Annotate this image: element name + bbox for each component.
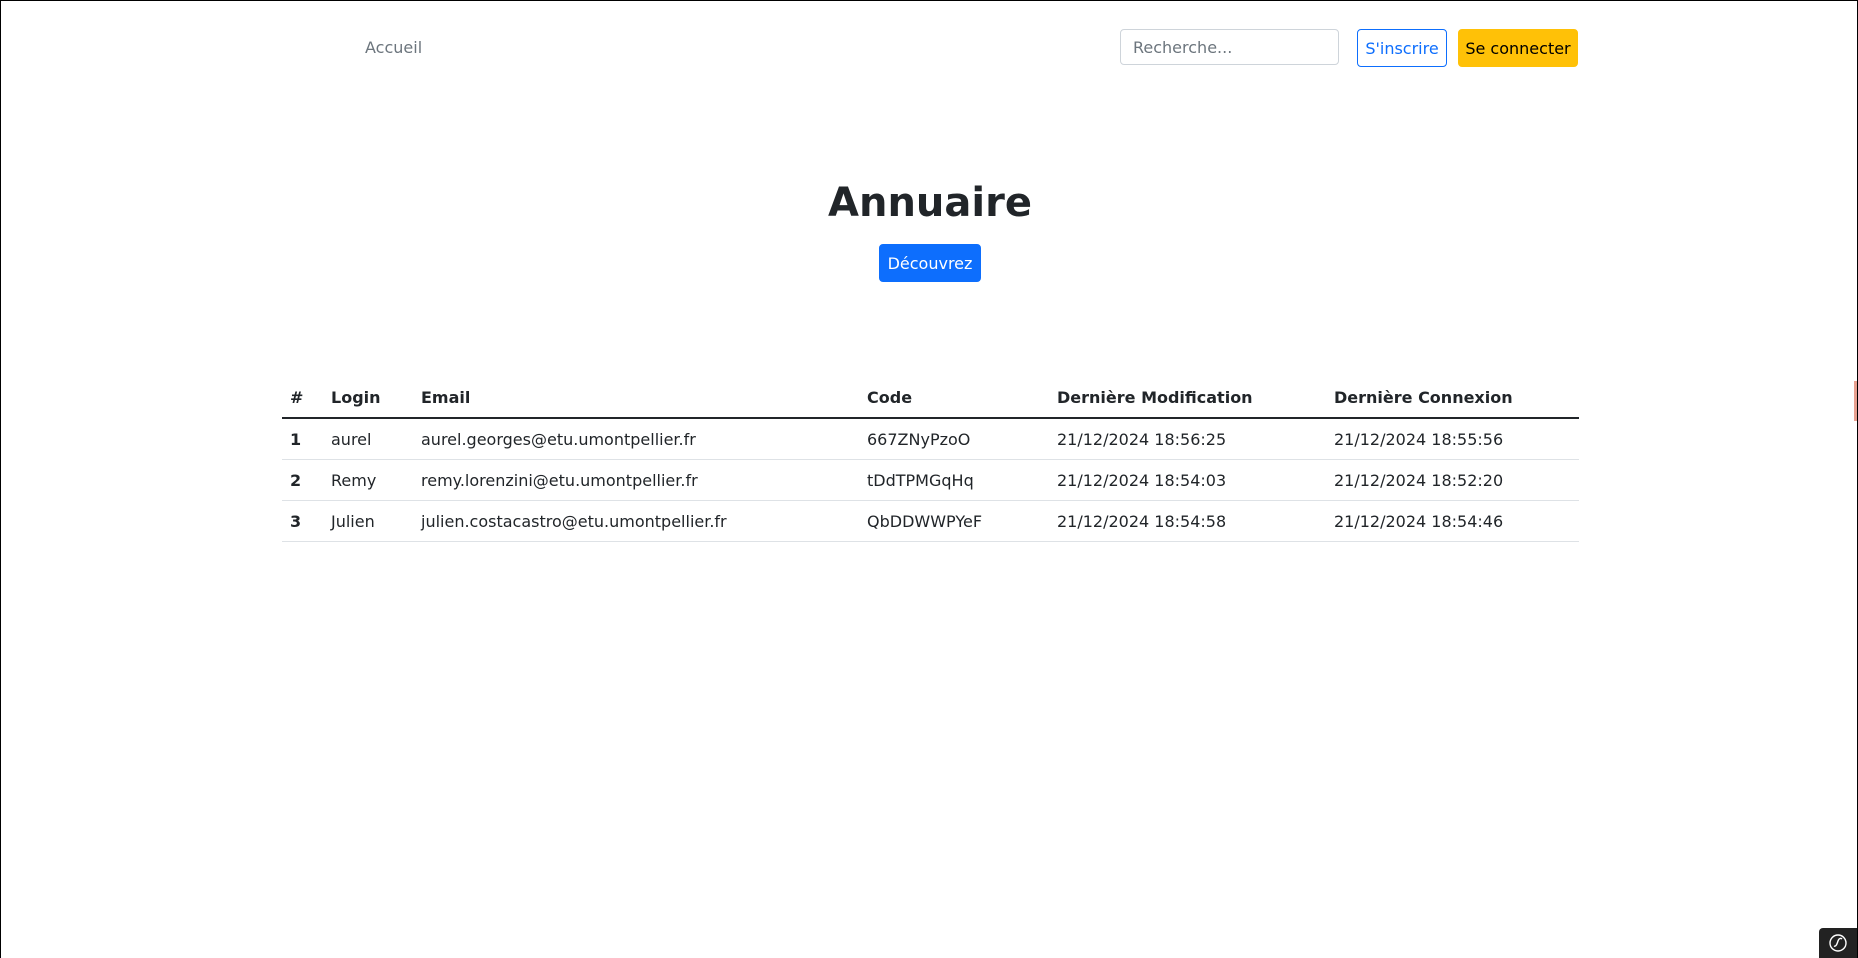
search-input[interactable]	[1120, 29, 1339, 65]
column-header-index: #	[282, 377, 323, 419]
signup-button[interactable]: S'inscrire	[1357, 29, 1447, 67]
symfony-icon[interactable]	[1819, 928, 1857, 958]
cell-last-login: 21/12/2024 18:55:56	[1326, 418, 1579, 460]
cell-last-login: 21/12/2024 18:54:46	[1326, 500, 1579, 542]
cell-last-modified: 21/12/2024 18:56:25	[1049, 418, 1326, 460]
cell-index: 2	[282, 459, 323, 501]
table-header-row: # Login Email Code Dernière Modification…	[282, 377, 1579, 419]
navbar: Accueil S'inscrire Se connecter	[282, 29, 1579, 67]
column-header-last-login: Dernière Connexion	[1326, 377, 1579, 419]
cell-last-modified: 21/12/2024 18:54:58	[1049, 500, 1326, 542]
column-header-last-modified: Dernière Modification	[1049, 377, 1326, 419]
cell-last-login: 21/12/2024 18:52:20	[1326, 459, 1579, 501]
cell-login: aurel	[323, 418, 413, 460]
cell-login: Julien	[323, 500, 413, 542]
cell-email: julien.costacastro@etu.umontpellier.fr	[413, 500, 859, 542]
column-header-email: Email	[413, 377, 859, 419]
discover-button[interactable]: Découvrez	[879, 244, 981, 282]
cell-last-modified: 21/12/2024 18:54:03	[1049, 459, 1326, 501]
cell-code: QbDDWWPYeF	[859, 500, 1049, 542]
window-edge-strip	[1854, 381, 1857, 421]
browser-viewport: Accueil S'inscrire Se connecter Annuaire…	[0, 0, 1858, 958]
cell-index: 3	[282, 500, 323, 542]
cell-email: remy.lorenzini@etu.umontpellier.fr	[413, 459, 859, 501]
users-table-container: # Login Email Code Dernière Modification…	[282, 377, 1579, 542]
login-button[interactable]: Se connecter	[1458, 29, 1578, 67]
cell-code: 667ZNyPzoO	[859, 418, 1049, 460]
cell-login: Remy	[323, 459, 413, 501]
table-row: 3 Julien julien.costacastro@etu.umontpel…	[282, 500, 1579, 542]
column-header-code: Code	[859, 377, 1049, 419]
cell-email: aurel.georges@etu.umontpellier.fr	[413, 418, 859, 460]
nav-link-home[interactable]: Accueil	[365, 38, 422, 57]
table-row: 2 Remy remy.lorenzini@etu.umontpellier.f…	[282, 459, 1579, 501]
cell-index: 1	[282, 418, 323, 460]
page-title: Annuaire	[828, 180, 1032, 226]
cell-code: tDdTPMGqHq	[859, 459, 1049, 501]
table-row: 1 aurel aurel.georges@etu.umontpellier.f…	[282, 418, 1579, 460]
users-table: # Login Email Code Dernière Modification…	[282, 377, 1579, 542]
column-header-login: Login	[323, 377, 413, 419]
